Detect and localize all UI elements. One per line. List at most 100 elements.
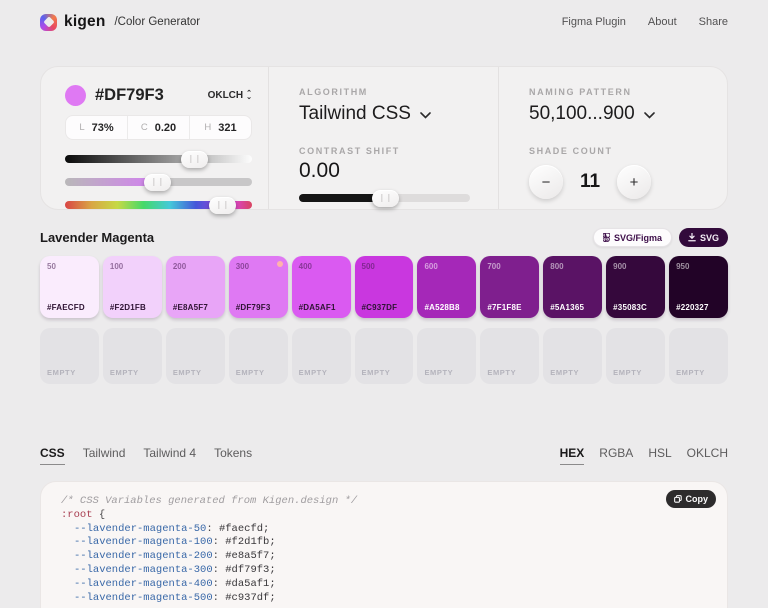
swatch-100[interactable]: 100#F2D1FB <box>103 256 162 318</box>
logo[interactable]: kigen /Color Generator <box>40 13 200 31</box>
channel-h-field[interactable]: H 321 <box>189 116 251 139</box>
swatch-hex: #220327 <box>676 303 709 312</box>
swatch-950[interactable]: 950 #220327 <box>669 256 728 318</box>
nav-share[interactable]: Share <box>699 16 728 28</box>
slider-thumb[interactable] <box>144 174 171 191</box>
chevron-down-icon <box>420 112 431 119</box>
code-lines[interactable]: /* CSS Variables generated from Kigen.de… <box>61 495 707 605</box>
algorithm-section: ALGORITHM Tailwind CSS CONTRAST SHIFT 0.… <box>268 67 498 209</box>
slider-thumb[interactable] <box>372 190 399 207</box>
tab-tokens[interactable]: Tokens <box>214 446 252 465</box>
empty-label: EMPTY <box>550 368 579 377</box>
naming-pattern-label: NAMING PATTERN <box>529 87 699 97</box>
swatch-row: 50#FAECFD100#F2D1FB200#E8A5F7300#DF79F34… <box>0 256 768 318</box>
swatch-500[interactable]: 500#C937DF <box>355 256 414 318</box>
swatch-hex: #35083C <box>613 303 647 312</box>
swatch-700[interactable]: 700#7F1F8E <box>480 256 539 318</box>
shade-label: 800 <box>550 262 563 271</box>
naming-pattern-value: 50,100...900 <box>529 103 635 125</box>
decrement-button[interactable]: − <box>529 165 563 199</box>
contrast-slider[interactable] <box>299 194 470 202</box>
tab-tailwind-4[interactable]: Tailwind 4 <box>143 446 196 465</box>
contrast-shift-value[interactable]: 0.00 <box>299 159 470 183</box>
lch-inputs: L 73% C 0.20 H 321 <box>65 115 252 140</box>
shade-label: 600 <box>424 262 437 271</box>
swatch-600[interactable]: 600 #A528B8 <box>417 256 476 318</box>
algorithm-dropdown[interactable]: Tailwind CSS <box>299 103 470 125</box>
swatch-hex: #C937DF <box>362 303 398 312</box>
chroma-slider[interactable] <box>65 178 252 186</box>
svg-label: SVG <box>700 233 719 243</box>
empty-slot[interactable]: EMPTY <box>229 328 288 384</box>
swatch-hex: #FAECFD <box>47 303 85 312</box>
empty-slot[interactable]: EMPTY <box>606 328 665 384</box>
channel-label: L <box>79 122 84 133</box>
hex-value[interactable]: #DF79F3 <box>95 86 164 105</box>
svg-figma-label: SVG/Figma <box>614 233 662 243</box>
swatch-400[interactable]: 400#DA5AF1 <box>292 256 351 318</box>
control-card: #DF79F3 OKLCH ⌃⌄ L 73% C 0.20 H 321 <box>40 66 728 210</box>
empty-label: EMPTY <box>299 368 328 377</box>
swatch-300[interactable]: 300#DF79F3 <box>229 256 288 318</box>
palette-header: Lavender Magenta SVG/Figma SVG <box>0 228 768 247</box>
channel-c-field[interactable]: C 0.20 <box>127 116 189 139</box>
channel-l-field[interactable]: L 73% <box>66 116 127 139</box>
empty-slot[interactable]: EMPTY <box>103 328 162 384</box>
swatch-900[interactable]: 900#35083C <box>606 256 665 318</box>
svg-figma-button[interactable]: SVG/Figma <box>593 228 672 247</box>
lightness-slider[interactable] <box>65 155 252 163</box>
swatch-hex: #E8A5F7 <box>173 303 208 312</box>
brand-name: kigen <box>64 13 105 31</box>
swatch-800[interactable]: 800#5A1365 <box>543 256 602 318</box>
svg-download-button[interactable]: SVG <box>679 228 728 247</box>
colorspace-tabs: HEX RGBA HSL OKLCH <box>560 446 728 465</box>
kigen-logo-icon <box>40 14 57 31</box>
empty-slot[interactable]: EMPTY <box>355 328 414 384</box>
empty-label: EMPTY <box>613 368 642 377</box>
empty-slot[interactable]: EMPTY <box>543 328 602 384</box>
empty-slot[interactable]: EMPTY <box>669 328 728 384</box>
channel-label: H <box>204 122 211 133</box>
tab-css[interactable]: CSS <box>40 446 65 465</box>
tab-tailwind[interactable]: Tailwind <box>83 446 126 465</box>
copy-button[interactable]: Copy <box>666 490 717 508</box>
color-space-label: OKLCH <box>208 90 244 101</box>
empty-slot[interactable]: EMPTY <box>40 328 99 384</box>
color-row: #DF79F3 OKLCH ⌃⌄ <box>65 85 252 106</box>
empty-row: EMPTYEMPTYEMPTYEMPTYEMPTYEMPTYEMPTYEMPTY… <box>0 328 768 384</box>
algorithm-label: ALGORITHM <box>299 87 470 97</box>
empty-slot[interactable]: EMPTY <box>417 328 476 384</box>
tab-oklch[interactable]: OKLCH <box>687 446 728 465</box>
format-tabs: CSS Tailwind Tailwind 4 Tokens <box>40 446 252 465</box>
empty-slot[interactable]: EMPTY <box>480 328 539 384</box>
current-color-swatch[interactable] <box>65 85 86 106</box>
tab-hsl[interactable]: HSL <box>648 446 671 465</box>
shade-label: 950 <box>676 262 689 271</box>
nav-about[interactable]: About <box>648 16 677 28</box>
shade-count-value: 11 <box>578 171 602 193</box>
swatch-hex: #DF79F3 <box>236 303 271 312</box>
top-nav: Figma Plugin About Share <box>562 16 728 28</box>
swatch-hex: #A528B8 <box>424 303 459 312</box>
color-space-select[interactable]: OKLCH ⌃⌄ <box>208 90 252 101</box>
header: kigen /Color Generator Figma Plugin About… <box>0 0 768 44</box>
shade-label: 700 <box>487 262 500 271</box>
shade-count-label: SHADE COUNT <box>529 146 699 156</box>
tab-hex[interactable]: HEX <box>560 446 585 465</box>
slider-thumb[interactable] <box>209 197 236 214</box>
swatch-200[interactable]: 200#E8A5F7 <box>166 256 225 318</box>
tab-rgba[interactable]: RGBA <box>599 446 633 465</box>
shade-label: 400 <box>299 262 312 271</box>
nav-figma-plugin[interactable]: Figma Plugin <box>562 16 626 28</box>
increment-button[interactable]: + <box>617 165 651 199</box>
hue-slider[interactable] <box>65 201 252 209</box>
empty-label: EMPTY <box>487 368 516 377</box>
empty-label: EMPTY <box>676 368 705 377</box>
palette-name[interactable]: Lavender Magenta <box>40 230 154 245</box>
swatch-50[interactable]: 50#FAECFD <box>40 256 99 318</box>
empty-label: EMPTY <box>236 368 265 377</box>
empty-slot[interactable]: EMPTY <box>166 328 225 384</box>
slider-thumb[interactable] <box>181 151 208 168</box>
naming-pattern-dropdown[interactable]: 50,100...900 <box>529 103 699 125</box>
empty-slot[interactable]: EMPTY <box>292 328 351 384</box>
